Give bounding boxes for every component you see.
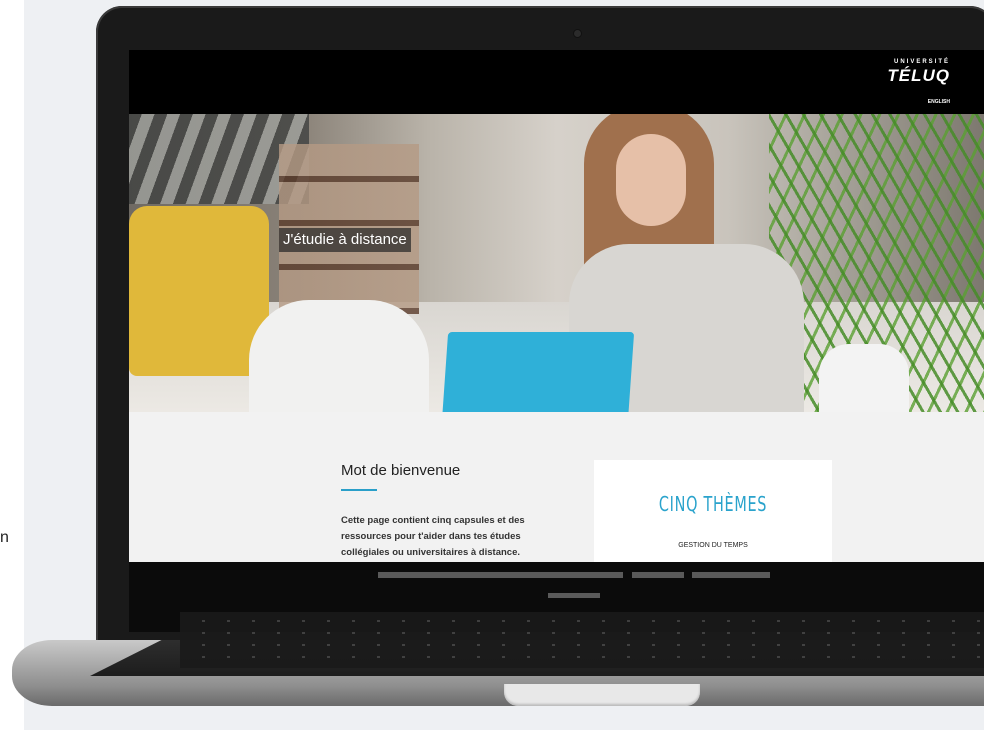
keyboard bbox=[180, 612, 984, 668]
welcome-title: Mot de bienvenue bbox=[341, 462, 461, 479]
hero-right-chair bbox=[819, 344, 909, 412]
themes-card: CINQ THÈMES GESTION DU TEMPS bbox=[594, 460, 832, 562]
laptop-notch bbox=[504, 684, 700, 706]
content-section: Mot de bienvenue Cette page contient cin… bbox=[129, 412, 984, 562]
hero-tagline: J'étudie à distance bbox=[279, 228, 411, 252]
left-panel: n bbox=[0, 0, 24, 730]
scrollbar-segment bbox=[632, 572, 684, 578]
hero-banner: J'étudie à distance bbox=[129, 114, 984, 412]
scrollbar-thumb bbox=[548, 593, 600, 598]
partial-text: n bbox=[0, 529, 9, 546]
hero-blue-laptop bbox=[441, 332, 635, 412]
scrollbar-segment bbox=[378, 572, 623, 578]
language-link[interactable]: ENGLISH bbox=[928, 99, 950, 105]
welcome-divider bbox=[341, 489, 377, 491]
scrollbar-segment bbox=[692, 572, 770, 578]
site-header: UNIVERSITÉ TÉLUQ ENGLISH bbox=[129, 50, 984, 114]
themes-title: CINQ THÈMES bbox=[658, 492, 768, 516]
teluq-logo[interactable]: TÉLUQ bbox=[887, 66, 950, 86]
hero-white-chair bbox=[249, 300, 429, 412]
camera-icon bbox=[574, 30, 581, 37]
hero-person-face bbox=[616, 134, 686, 226]
welcome-text: Cette page contient cinq capsules et des… bbox=[341, 515, 525, 558]
logo-university-label: UNIVERSITÉ bbox=[893, 59, 950, 65]
hero-yellow-chair bbox=[129, 206, 269, 376]
theme-link-time-management[interactable]: GESTION DU TEMPS bbox=[594, 542, 832, 549]
laptop-screen: UNIVERSITÉ TÉLUQ ENGLISH J'étudie à dist… bbox=[129, 50, 984, 562]
